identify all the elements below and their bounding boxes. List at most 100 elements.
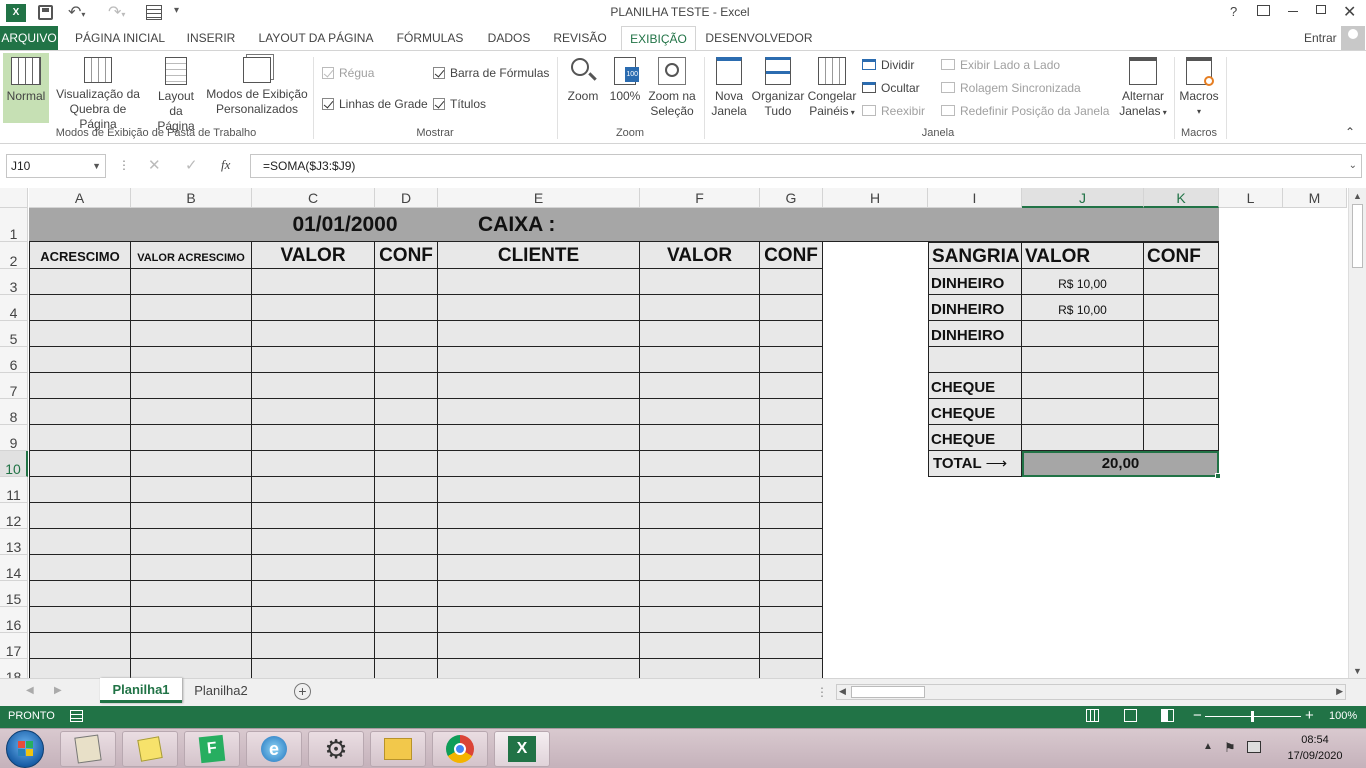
table-cell[interactable] (438, 321, 640, 347)
table-cell[interactable] (438, 659, 640, 678)
table-cell[interactable] (29, 477, 131, 503)
table-cell[interactable] (252, 425, 375, 451)
row-header-4[interactable]: 4 (0, 295, 28, 321)
table-cell[interactable] (760, 295, 823, 321)
sangria-value-cell[interactable] (1022, 373, 1144, 399)
scroll-thumb[interactable] (1352, 204, 1363, 268)
row-header-18[interactable]: 18 (0, 659, 28, 678)
gridlines-checkbox[interactable]: Linhas de Grade (322, 97, 428, 111)
macros-button[interactable]: Macros ▾ (1177, 57, 1221, 119)
table-cell[interactable] (760, 607, 823, 633)
table-cell[interactable] (640, 633, 760, 659)
table-cell[interactable] (375, 425, 438, 451)
table-cell[interactable] (375, 633, 438, 659)
table-cell[interactable] (438, 373, 640, 399)
horizontal-scrollbar[interactable]: ◀ ▶ (836, 684, 1346, 700)
expand-formula-icon[interactable]: ⌄ (1349, 155, 1357, 177)
table-cell[interactable] (438, 477, 640, 503)
table-cell[interactable] (375, 659, 438, 678)
table-cell[interactable] (131, 373, 252, 399)
normal-view-button[interactable]: Normal (3, 53, 49, 123)
table-cell[interactable] (131, 477, 252, 503)
sangria-value-cell[interactable] (1022, 347, 1144, 373)
table-cell[interactable] (252, 633, 375, 659)
table-cell[interactable] (252, 373, 375, 399)
table-cell[interactable] (29, 659, 131, 678)
table-cell[interactable] (640, 477, 760, 503)
sangria-value-cell[interactable] (1022, 321, 1144, 347)
hide-window-button[interactable]: Ocultar (862, 81, 920, 95)
table-cell[interactable] (640, 503, 760, 529)
sangria-label-cell[interactable]: CHEQUE (928, 373, 1022, 399)
column-header-c[interactable]: C (252, 188, 375, 208)
table-cell[interactable] (640, 529, 760, 555)
caixa-cell[interactable]: CAIXA : (478, 213, 598, 237)
clock-time[interactable]: 08:54 (1290, 734, 1340, 746)
table-cell[interactable] (760, 399, 823, 425)
zoom-out-button[interactable]: − (1193, 707, 1202, 724)
hscroll-thumb[interactable] (851, 686, 925, 698)
table-cell[interactable] (760, 321, 823, 347)
row-header-11[interactable]: 11 (0, 477, 28, 503)
undo-icon[interactable]: ↶▾ (68, 2, 85, 22)
table-cell[interactable] (760, 425, 823, 451)
table-cell[interactable] (438, 555, 640, 581)
table-cell[interactable] (131, 425, 252, 451)
ribbon-display-icon[interactable] (1257, 5, 1270, 16)
table-cell[interactable] (252, 295, 375, 321)
table-cell[interactable] (375, 347, 438, 373)
column-header-i[interactable]: I (928, 188, 1022, 208)
table-cell[interactable] (29, 269, 131, 295)
table-cell[interactable] (131, 503, 252, 529)
table-cell[interactable] (640, 451, 760, 477)
header-conf-2[interactable]: CONF (760, 242, 823, 269)
page-layout-status-icon[interactable] (1124, 709, 1137, 722)
chevron-down-icon[interactable]: ▼ (92, 155, 101, 177)
table-cell[interactable] (375, 269, 438, 295)
minimize-button[interactable] (1288, 11, 1298, 12)
header-valor[interactable]: VALOR (252, 242, 375, 269)
cancel-entry-icon[interactable]: ✕ (148, 156, 161, 174)
scroll-up-icon[interactable]: ▲ (1349, 191, 1366, 201)
tab-insert[interactable]: INSERIR (180, 26, 242, 50)
table-cell[interactable] (438, 503, 640, 529)
table-cell[interactable] (640, 347, 760, 373)
table-cell[interactable] (760, 633, 823, 659)
row-header-12[interactable]: 12 (0, 503, 28, 529)
table-cell[interactable] (131, 451, 252, 477)
tab-data[interactable]: DADOS (480, 26, 538, 50)
table-cell[interactable] (640, 373, 760, 399)
table-cell[interactable] (640, 659, 760, 678)
excel-logo-icon[interactable]: X (6, 4, 26, 22)
row-header-2[interactable]: 2 (0, 242, 28, 269)
sangria-conf-cell[interactable] (1144, 399, 1219, 425)
table-cell[interactable] (131, 295, 252, 321)
table-cell[interactable] (640, 399, 760, 425)
taskbar-ie-icon[interactable]: e (246, 731, 302, 767)
sangria-conf-cell[interactable] (1144, 373, 1219, 399)
name-box[interactable]: J10 ▼ (6, 154, 106, 178)
table-cell[interactable] (131, 555, 252, 581)
header-sangria-conf[interactable]: CONF (1144, 242, 1219, 269)
table-cell[interactable] (131, 399, 252, 425)
table-cell[interactable] (438, 581, 640, 607)
taskbar-app-icon[interactable] (60, 731, 116, 767)
reset-position-button[interactable]: Redefinir Posição da Janela (941, 104, 1109, 118)
normal-view-status-icon[interactable] (1086, 709, 1099, 722)
macro-record-icon[interactable] (70, 710, 83, 722)
restore-button[interactable] (1316, 5, 1326, 14)
header-acrescimo[interactable]: ACRESCIMO (29, 242, 131, 269)
table-cell[interactable] (131, 529, 252, 555)
tab-developer[interactable]: DESENVOLVEDOR (704, 26, 814, 50)
custom-views-button[interactable]: Modos de Exibição Personalizados (205, 57, 309, 117)
column-header-b[interactable]: B (131, 188, 252, 208)
sangria-conf-cell[interactable] (1144, 347, 1219, 373)
table-cell[interactable] (760, 659, 823, 678)
table-cell[interactable] (29, 529, 131, 555)
table-cell[interactable] (760, 373, 823, 399)
table-cell[interactable] (375, 607, 438, 633)
unhide-window-button[interactable]: Reexibir (862, 104, 925, 118)
sangria-value-cell[interactable] (1022, 425, 1144, 451)
form-icon[interactable] (146, 5, 162, 20)
table-cell[interactable] (375, 295, 438, 321)
